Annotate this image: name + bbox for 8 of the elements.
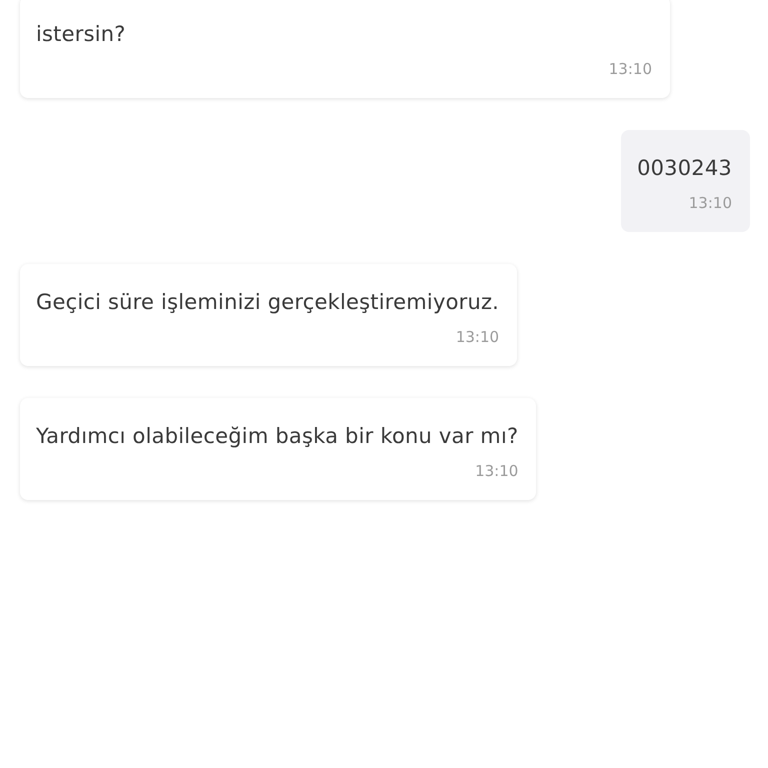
message-text: istersin? — [36, 21, 127, 48]
message-time: 13:10 — [688, 194, 732, 212]
message-text: Yardımcı olabileceğim başka bir konu var mı? — [36, 423, 518, 450]
message-time: 13:10 — [456, 328, 500, 346]
message-text: Geçici süre işleminizi gerçekleştiremiyoruz. — [36, 289, 500, 316]
message-time: 13:10 — [608, 60, 652, 78]
message-text: 0030243 — [637, 155, 732, 182]
message-time: 13:10 — [475, 462, 518, 480]
